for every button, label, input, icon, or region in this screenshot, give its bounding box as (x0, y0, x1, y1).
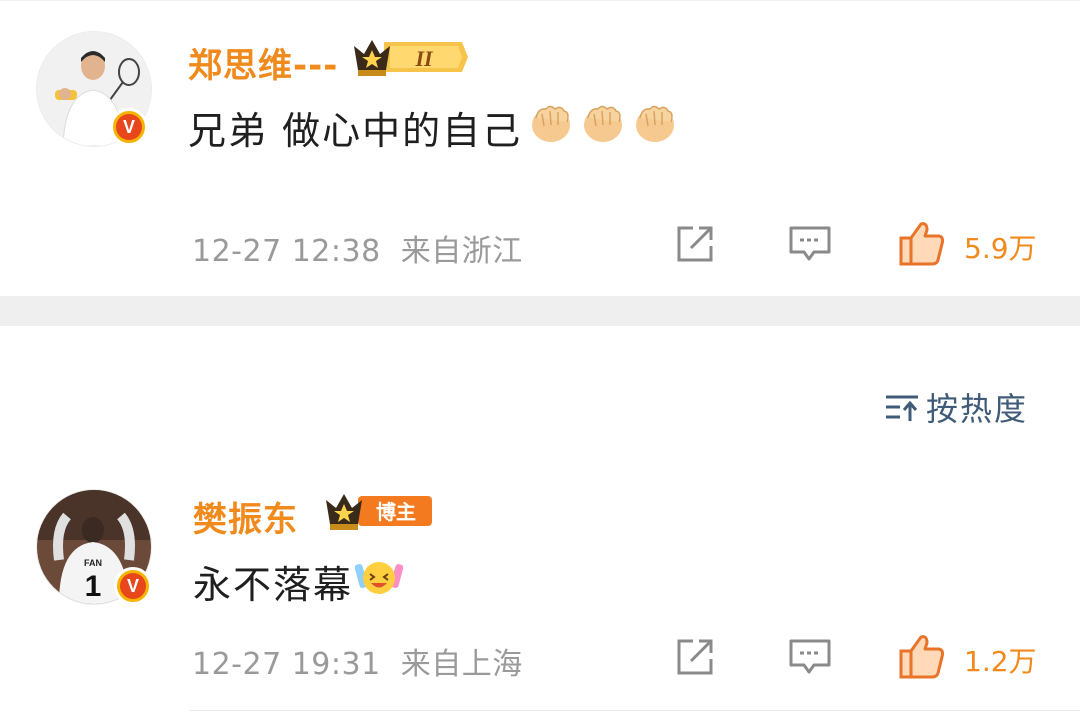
sort-by-hot-button[interactable]: 按热度 (884, 384, 1028, 430)
jersey-name: FAN (84, 558, 102, 568)
level-text: II (414, 46, 434, 71)
share-icon (677, 639, 713, 675)
comment-icon (789, 226, 831, 261)
comment-meta: 12-27 19:31 来自上海 (192, 639, 523, 683)
comment-text: 兄弟 做心中的自己 (188, 100, 678, 155)
comment-meta: 12-27 12:38 来自浙江 (192, 226, 523, 270)
crown-level-badge-icon: II (350, 36, 468, 82)
like-count: 5.9万 (964, 232, 1037, 265)
thumbs-up-icon (899, 222, 945, 266)
cheering-emoji (354, 554, 404, 609)
sort-icon (886, 395, 918, 421)
verified-badge-icon: V (114, 567, 152, 605)
thumbs-up-icon (899, 635, 945, 679)
share-button[interactable] (675, 224, 717, 268)
comment-icon (789, 639, 831, 674)
like-button[interactable] (897, 631, 947, 685)
reply-button[interactable] (788, 637, 832, 681)
jersey-number: 1 (85, 570, 102, 603)
comment-time: 12-27 12:38 (192, 234, 381, 269)
reply-button[interactable] (788, 224, 832, 268)
verified-badge-icon: V (110, 108, 148, 146)
share-button[interactable] (675, 637, 717, 681)
comment-location: 来自上海 (400, 647, 523, 682)
fist-emoji (580, 100, 626, 155)
like-button[interactable] (897, 218, 947, 272)
fist-emoji (528, 100, 574, 155)
fist-emoji (632, 100, 678, 155)
bottom-border (190, 710, 1080, 711)
blogger-badge-icon: 博主 (322, 488, 434, 536)
username[interactable]: 樊振东 (193, 492, 298, 541)
comment-text: 永不落幕 (193, 554, 404, 609)
section-divider (0, 296, 1080, 326)
username[interactable]: 郑思维--- (188, 38, 338, 87)
comment-item: FAN 1 V 樊振东 博主 永不落幕 12-27 19:31 来自上海 1.2… (0, 476, 1080, 718)
share-icon (677, 226, 713, 262)
sort-label: 按热度 (926, 390, 1029, 428)
comment-time: 12-27 19:31 (192, 647, 381, 682)
like-count: 1.2万 (964, 645, 1037, 678)
comment-location: 来自浙江 (400, 234, 523, 269)
blogger-label: 博主 (376, 500, 416, 524)
comment-item: V 郑思维--- II 兄弟 做心中的自己 12-27 12:38 来自浙江 5… (0, 0, 1080, 296)
